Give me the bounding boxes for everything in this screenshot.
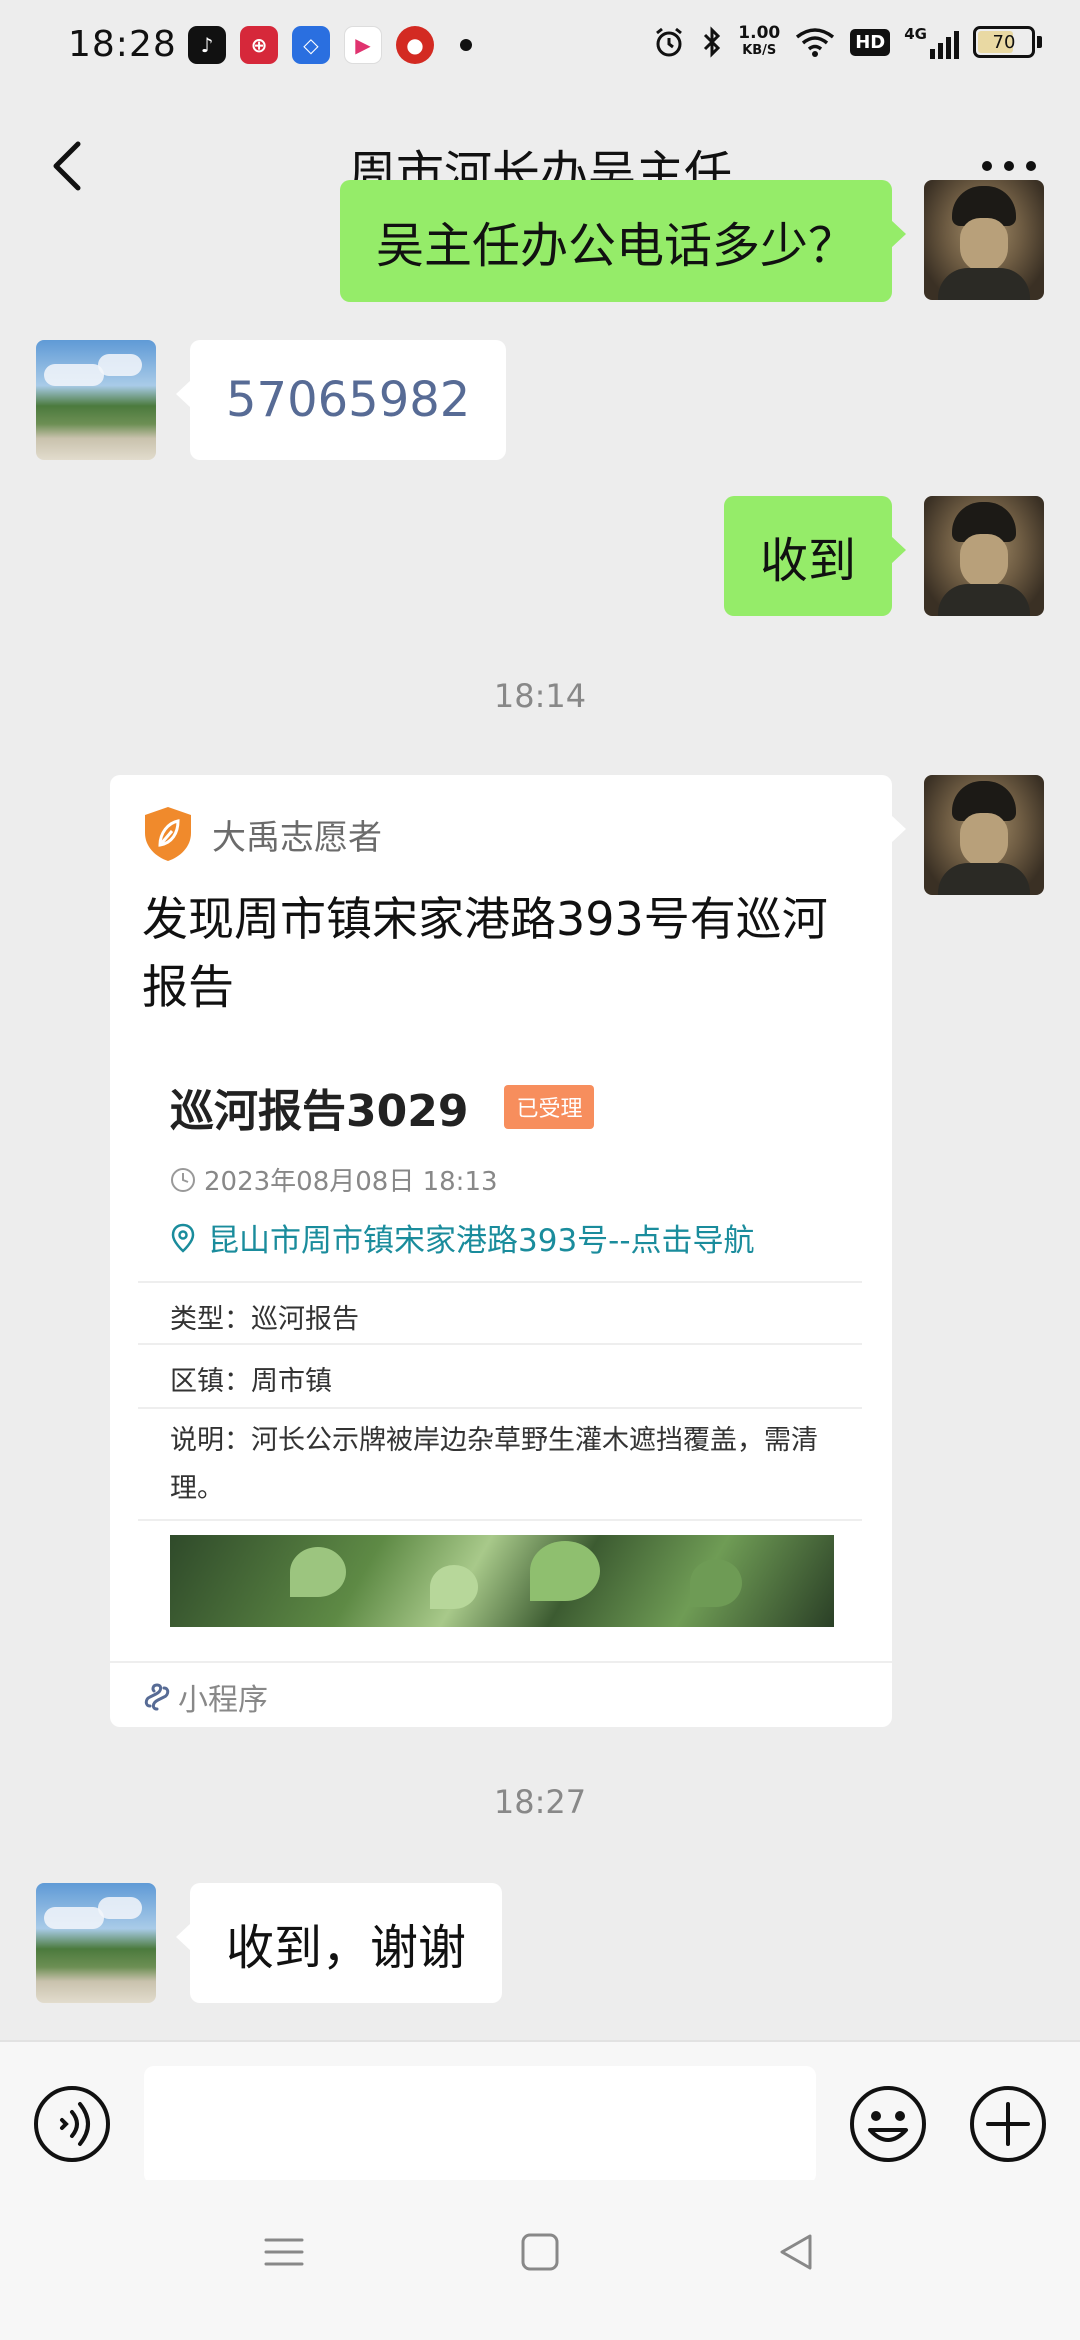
- report-desc-value: 河长公示牌被岸边杂草野生灌木遮挡覆盖，需清理。: [170, 1425, 818, 1504]
- alipay-like-icon: ◇: [292, 26, 330, 64]
- wifi-icon: [796, 28, 835, 57]
- network-type: 4G: [904, 25, 927, 43]
- card-title: 发现周市镇宋家港路393号有巡河报告: [142, 892, 828, 1014]
- report-time: 2023年08月08日 18:13: [170, 1161, 498, 1198]
- message-text: 收到，谢谢: [226, 1920, 467, 1976]
- miniprogram-footer: 小程序: [142, 1675, 268, 1719]
- hd-badge: HD: [850, 28, 891, 56]
- report-address-text: 昆山市周市镇宋家港路393号--点击导航: [208, 1223, 755, 1259]
- message-input[interactable]: [144, 2066, 816, 2184]
- miniprogram-label: 小程序: [178, 1683, 268, 1718]
- report-district-row: 区镇：周市镇: [170, 1359, 332, 1398]
- my-avatar[interactable]: [924, 496, 1044, 616]
- status-bar: 18:28 ♪ ⊕ ◇ ▶ ● 1.00 KB/S HD 4G 70: [0, 0, 1080, 96]
- phone-number-link[interactable]: 57065982: [226, 372, 470, 428]
- video-icon: ▶: [344, 26, 382, 64]
- notification-icons: ♪ ⊕ ◇ ▶ ●: [188, 26, 472, 64]
- yunshanfu-icon: ⊕: [240, 26, 278, 64]
- report-address-link[interactable]: 昆山市周市镇宋家港路393号--点击导航: [170, 1215, 755, 1260]
- net-speed-unit: KB/S: [742, 43, 777, 58]
- report-desc-label: 说明：: [170, 1425, 251, 1456]
- menu-icon[interactable]: [262, 2230, 306, 2274]
- report-type-row: 类型：巡河报告: [170, 1297, 359, 1336]
- status-time: 18:28: [68, 24, 177, 65]
- contact-avatar[interactable]: [36, 340, 156, 460]
- report-time-text: 2023年08月08日 18:13: [204, 1167, 498, 1197]
- shield-leaf-icon: [145, 807, 191, 861]
- message-bubble-outgoing[interactable]: 吴主任办公电话多少？: [339, 180, 907, 302]
- report-description: 说明：河长公示牌被岸边杂草野生灌木遮挡覆盖，需清理。: [170, 1417, 830, 1513]
- home-square-icon[interactable]: [518, 2230, 562, 2274]
- cellular-signal: 4G: [904, 25, 959, 59]
- my-avatar[interactable]: [924, 180, 1044, 300]
- back-triangle-icon[interactable]: [774, 2230, 818, 2274]
- system-nav-bar: [0, 2180, 1080, 2340]
- miniprogram-card-panel[interactable]: 大禹志愿者 发现周市镇宋家港路393号有巡河报告 巡河报告3029 已受理 20…: [110, 775, 906, 1727]
- message-timestamp: 18:14: [493, 677, 587, 715]
- clock-icon: [171, 1167, 195, 1192]
- voice-icon[interactable]: [32, 2084, 112, 2164]
- status-badge: 已受理: [504, 1085, 595, 1129]
- message-text: 收到: [759, 533, 856, 589]
- report-type-value: 巡河报告: [251, 1304, 359, 1335]
- message-bubble-outgoing[interactable]: 收到: [723, 496, 907, 616]
- message-text: 吴主任办公电话多少？: [375, 218, 856, 274]
- report-district-value: 周市镇: [251, 1366, 332, 1397]
- my-avatar[interactable]: [924, 775, 1044, 895]
- battery-icon: 70: [973, 26, 1042, 58]
- report-type-label: 类型：: [170, 1304, 251, 1335]
- plus-circle-icon[interactable]: [968, 2084, 1048, 2164]
- net-speed-value: 1.00: [738, 23, 781, 43]
- app-red-icon: ●: [396, 26, 434, 64]
- net-speed: 1.00 KB/S: [738, 24, 780, 60]
- bluetooth-icon: [704, 26, 721, 58]
- emoji-icon[interactable]: [848, 2084, 928, 2164]
- status-indicators: 1.00 KB/S HD 4G 70: [652, 24, 1042, 60]
- message-bubble-incoming[interactable]: 收到，谢谢: [175, 1883, 503, 2003]
- message-timestamp: 18:27: [493, 1783, 587, 1821]
- douyin-icon: ♪: [188, 26, 226, 64]
- card-brand: 大禹志愿者: [142, 805, 382, 863]
- report-district-label: 区镇：: [170, 1366, 251, 1397]
- location-pin-icon: [171, 1223, 195, 1253]
- miniprogram-link-icon: [144, 1683, 170, 1711]
- more-notifications-dot: [460, 39, 472, 51]
- battery-level: 70: [992, 31, 1016, 53]
- message-bubble-incoming[interactable]: 57065982: [175, 340, 507, 460]
- report-photo: [170, 1535, 834, 1627]
- report-title: 巡河报告3029: [170, 1086, 469, 1137]
- brand-name: 大禹志愿者: [212, 817, 382, 858]
- alarm-icon: [656, 27, 683, 57]
- input-bar: [0, 2040, 1080, 2184]
- contact-avatar[interactable]: [36, 1883, 156, 2003]
